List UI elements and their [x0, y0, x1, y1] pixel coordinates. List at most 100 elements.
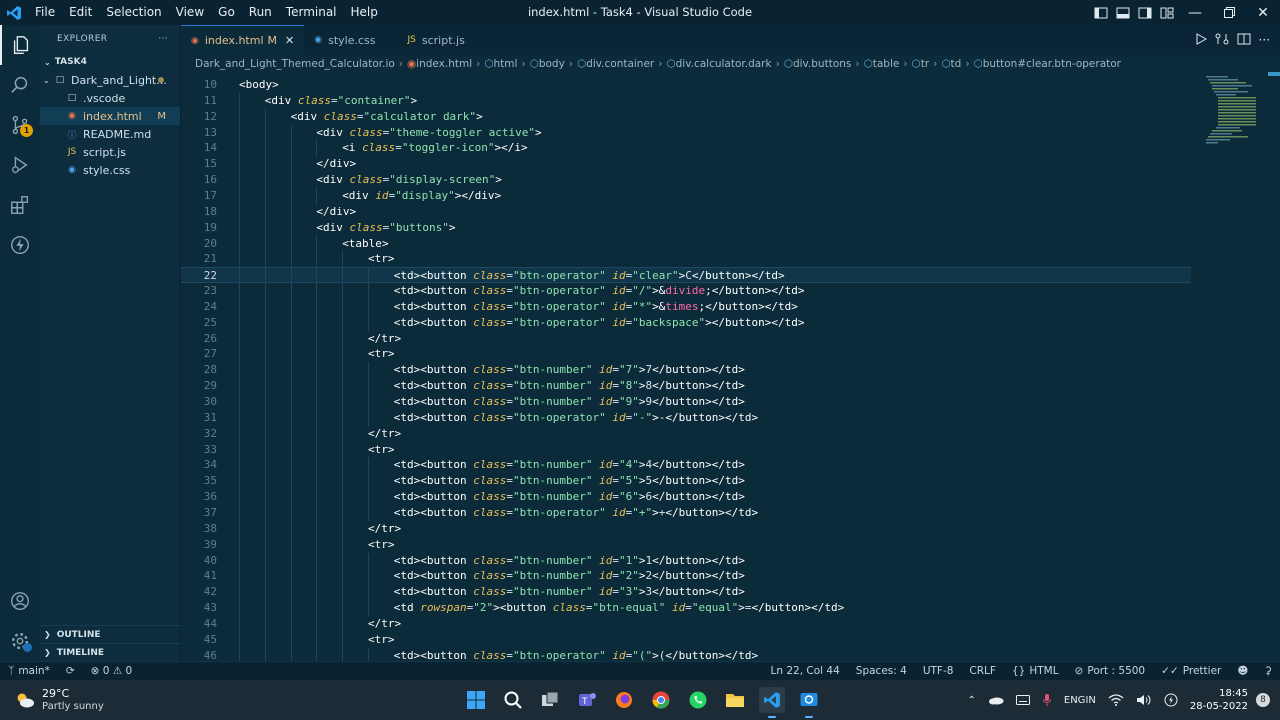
- tree-item-dark-and-light[interactable]: ⌄ □ Dark_and_Light...: [40, 71, 180, 89]
- lightning-icon[interactable]: [0, 225, 40, 265]
- maximize-button[interactable]: [1212, 0, 1246, 25]
- source-control-icon[interactable]: 1: [0, 105, 40, 145]
- vscode-taskbar-icon[interactable]: [759, 687, 785, 718]
- microphone-icon[interactable]: [1036, 693, 1058, 707]
- code-line[interactable]: 31 <td><button class="btn-operator" id="-…: [181, 409, 1191, 426]
- prettier-status[interactable]: ✓✓ Prettier: [1153, 665, 1229, 677]
- tree-item-index-html[interactable]: ◉ index.html M: [40, 107, 180, 125]
- code-line[interactable]: 39 <tr>: [181, 536, 1191, 553]
- breadcrumb-item[interactable]: td: [951, 58, 962, 70]
- timeline-section[interactable]: ❯ TIMELINE: [40, 643, 181, 661]
- tab-script-js[interactable]: JS script.js: [397, 25, 486, 55]
- code-line[interactable]: 45 <tr>: [181, 631, 1191, 648]
- code-line[interactable]: 43 <td rowspan="2"><button class="btn-equ…: [181, 600, 1191, 617]
- minimize-button[interactable]: —: [1178, 0, 1212, 25]
- settings-gear-icon[interactable]: [0, 621, 40, 661]
- breadcrumb-item[interactable]: html: [494, 58, 518, 70]
- volume-icon[interactable]: [1130, 694, 1158, 706]
- search-icon[interactable]: [0, 65, 40, 105]
- code-line[interactable]: 42 <td><button class="btn-number" id="3">…: [181, 584, 1191, 601]
- code-line[interactable]: 10 <body>: [181, 77, 1191, 93]
- tab-index-html[interactable]: ◉ index.html M ✕: [181, 25, 305, 55]
- outline-section[interactable]: ❯ OUTLINE: [40, 625, 181, 643]
- breadcrumb-item[interactable]: Dark_and_Light_Themed_Calculator.io: [195, 58, 395, 70]
- more-editor-actions-icon[interactable]: ···: [1259, 33, 1270, 47]
- code-line[interactable]: 22 <td><button class="btn-operator" id="c…: [181, 267, 1191, 285]
- code-line[interactable]: 38 </tr>: [181, 520, 1191, 537]
- close-window-button[interactable]: ✕: [1246, 0, 1280, 25]
- breadcrumb-item[interactable]: tr: [921, 58, 929, 70]
- taskbar-search-icon[interactable]: [500, 687, 526, 713]
- menu-go[interactable]: Go: [211, 0, 242, 25]
- compare-changes-icon[interactable]: [1215, 33, 1229, 48]
- menu-help[interactable]: Help: [344, 0, 385, 25]
- code-line[interactable]: 44 </tr>: [181, 615, 1191, 632]
- weather-widget[interactable]: 29°C Partly sunny: [14, 687, 104, 713]
- language-indicator[interactable]: ENG IN: [1058, 694, 1102, 707]
- extensions-icon[interactable]: [0, 185, 40, 225]
- feedback-icon[interactable]: ☻: [1229, 665, 1256, 677]
- remote-desktop-icon[interactable]: [796, 687, 822, 718]
- code-editor[interactable]: 10 <body> 11 <div class="container"> 12 <div …: [181, 72, 1280, 661]
- notification-badge[interactable]: 8: [1256, 693, 1270, 707]
- chevron-up-icon[interactable]: ⌃: [961, 695, 981, 706]
- close-tab-icon[interactable]: ✕: [285, 34, 294, 47]
- wifi-icon[interactable]: [1102, 694, 1130, 706]
- run-and-debug-icon[interactable]: [0, 145, 40, 185]
- run-icon[interactable]: [1195, 32, 1207, 48]
- code-line[interactable]: 30 <td><button class="btn-number" id="9">…: [181, 394, 1191, 410]
- code-line[interactable]: 40 <td><button class="btn-number" id="1">…: [181, 552, 1191, 569]
- code-line[interactable]: 17 <div id="display"></div>: [181, 187, 1191, 204]
- indentation[interactable]: Spaces: 4: [848, 665, 915, 677]
- toggle-secondary-sidebar-icon[interactable]: [1134, 0, 1156, 25]
- code-line[interactable]: 16 <div class="display-screen">: [181, 172, 1191, 189]
- end-of-line[interactable]: CRLF: [961, 665, 1004, 677]
- breadcrumb-item[interactable]: body: [539, 58, 565, 70]
- code-line[interactable]: 19 <div class="buttons">: [181, 219, 1191, 236]
- file-explorer-icon[interactable]: [722, 687, 748, 713]
- menu-terminal[interactable]: Terminal: [279, 0, 344, 25]
- code-line[interactable]: 34 <td><button class="btn-number" id="4">…: [181, 457, 1191, 474]
- code-line[interactable]: 33 <tr>: [181, 441, 1191, 458]
- workspace-section[interactable]: ⌄ TASK4: [40, 53, 180, 71]
- menu-selection[interactable]: Selection: [99, 0, 168, 25]
- code-line[interactable]: 15 </div>: [181, 156, 1191, 173]
- chrome-icon[interactable]: [648, 687, 674, 713]
- battery-icon[interactable]: [1158, 693, 1184, 707]
- breadcrumb-item[interactable]: div.container: [586, 58, 654, 70]
- code-line[interactable]: 41 <td><button class="btn-number" id="2">…: [181, 568, 1191, 585]
- menu-view[interactable]: View: [169, 0, 211, 25]
- code-line[interactable]: 32 </tr>: [181, 425, 1191, 442]
- split-editor-icon[interactable]: [1237, 33, 1251, 48]
- tab-style-css[interactable]: ◉ style.css: [304, 25, 397, 55]
- teams-chat-icon[interactable]: T: [574, 687, 600, 713]
- code-line[interactable]: 28 <td><button class="btn-number" id="7">…: [181, 362, 1191, 379]
- code-line[interactable]: 46 <td><button class="btn-operator" id="(…: [181, 647, 1191, 661]
- notifications-bell-icon[interactable]: ⚳: [1256, 665, 1280, 677]
- windows-start-icon[interactable]: [463, 687, 489, 713]
- breadcrumb-item[interactable]: div.calculator.dark: [676, 58, 772, 70]
- code-line[interactable]: 14 <i class="toggler-icon"></i>: [181, 140, 1191, 157]
- menu-file[interactable]: File: [28, 0, 62, 25]
- code-line[interactable]: 35 <td><button class="btn-number" id="5">…: [181, 473, 1191, 490]
- customize-layout-icon[interactable]: [1156, 0, 1178, 25]
- problems-indicator[interactable]: ⊗ 0 ⚠ 0: [83, 665, 141, 677]
- live-server-port[interactable]: ⊘ Port : 5500: [1067, 665, 1154, 677]
- tree-item-script-js[interactable]: JS script.js: [40, 143, 180, 161]
- minimap[interactable]: [1190, 72, 1280, 661]
- language-mode[interactable]: {} HTML: [1004, 665, 1067, 677]
- breadcrumb-item[interactable]: div.buttons: [793, 58, 851, 70]
- code-line[interactable]: 18 </div>: [181, 203, 1191, 220]
- sync-icon[interactable]: ⟳: [58, 665, 83, 677]
- code-line[interactable]: 26 </tr>: [181, 330, 1191, 347]
- code-line[interactable]: 21 <tr>: [181, 251, 1191, 268]
- more-actions-icon[interactable]: ···: [158, 34, 168, 44]
- code-line[interactable]: 25 <td><button class="btn-operator" id="b…: [181, 314, 1191, 331]
- tree-item-style-css[interactable]: ◉ style.css: [40, 161, 180, 179]
- code-line[interactable]: 29 <td><button class="btn-number" id="8">…: [181, 378, 1191, 395]
- clock[interactable]: 18:45 28-05-2022: [1184, 687, 1256, 713]
- tree-item-vscode[interactable]: □ .vscode: [40, 89, 180, 107]
- toggle-primary-sidebar-icon[interactable]: [1090, 0, 1112, 25]
- menu-run[interactable]: Run: [242, 0, 279, 25]
- code-line[interactable]: 37 <td><button class="btn-operator" id="+…: [181, 504, 1191, 521]
